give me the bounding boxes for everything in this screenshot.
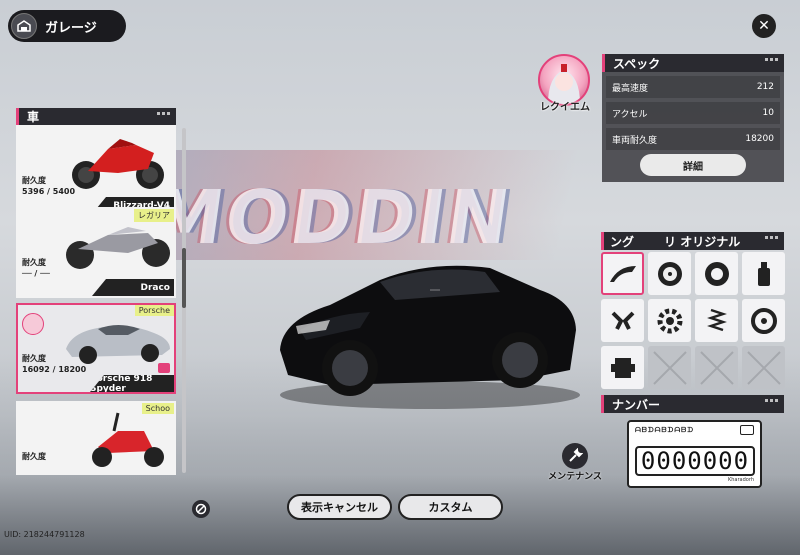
tune-paint[interactable] — [742, 252, 785, 295]
tuning-tab-original[interactable]: リ オリジナル — [664, 233, 740, 250]
plate-number: 0000000 — [635, 446, 755, 476]
hide-ui-icon[interactable] — [192, 500, 210, 518]
close-icon: ✕ — [758, 18, 770, 34]
tune-locked-slot — [695, 346, 738, 389]
tune-aero[interactable] — [601, 252, 644, 295]
durability-label: 耐久度 — [22, 452, 46, 461]
maintenance-button[interactable]: メンテナンス — [545, 443, 605, 482]
tuning-tab-left[interactable]: ング — [610, 233, 634, 250]
spec-value: 18200 — [745, 134, 774, 144]
edit-icon[interactable] — [740, 425, 754, 435]
number-plate[interactable]: ᗩᗷᗪᗩᗷᗪᗩᗷᗪ 0000000 Kharadorh — [627, 420, 762, 488]
red-motorcycle-image — [72, 139, 164, 189]
maintenance-label: メンテナンス — [548, 472, 602, 482]
spec-value: 212 — [756, 82, 774, 92]
plate-header: ナンバー — [601, 395, 784, 413]
car-list-title: 車 — [27, 110, 40, 124]
car-card-blizzard[interactable]: 耐久度 5396 / 5400 Blizzard-V4 — [16, 125, 176, 216]
durability-value: 5396 / 5400 — [22, 187, 76, 196]
car-card-scooter[interactable]: Schoo 耐久度 — [16, 401, 176, 475]
panel-dots-icon — [765, 236, 778, 239]
silver-porsche-image — [66, 325, 170, 364]
spec-label: アクセル — [612, 109, 648, 120]
close-button[interactable]: ✕ — [752, 14, 776, 38]
locked-slot-icon — [746, 350, 781, 385]
panel-dots-icon — [765, 58, 778, 61]
locked-slot-icon — [652, 350, 687, 385]
spec-label: 車両耐久度 — [612, 135, 658, 146]
spec-panel: 最高速度 212 アクセル 10 車両耐久度 18200 詳細 — [602, 72, 784, 182]
plate-region-text: ᗩᗷᗪᗩᗷᗪᗩᗷᗪ — [635, 426, 695, 434]
car-name: Porsche 918 Spyder — [90, 375, 174, 392]
spec-title: スペック — [613, 56, 661, 71]
wheel-icon — [657, 261, 682, 286]
red-scooter-image — [92, 412, 164, 467]
car-list[interactable]: 耐久度 5396 / 5400 Blizzard-V4 レガリア 耐久度 ── … — [16, 125, 178, 475]
background-modding-text: MODDIN — [143, 175, 517, 261]
tuning-header: ング リ オリジナル — [601, 232, 784, 250]
spec-row-accel: アクセル 10 — [606, 102, 780, 124]
panel-dots-icon — [157, 112, 170, 115]
car-list-header: 車 — [16, 108, 176, 125]
user-id: UID: 218244791128 — [4, 530, 85, 539]
tune-engine[interactable] — [601, 299, 644, 342]
plate-footer-text: Kharadorh — [727, 477, 754, 483]
tune-locked-slot — [742, 346, 785, 389]
panel-dots-icon — [765, 399, 778, 402]
brake-disc-icon — [750, 307, 777, 334]
wrench-icon — [562, 443, 588, 469]
character-name: レクイエム — [540, 102, 590, 113]
suspension-icon — [706, 308, 727, 331]
spec-row-top-speed: 最高速度 212 — [606, 76, 780, 98]
spec-row-durability: 車両耐久度 18200 — [606, 128, 780, 150]
durability-label: 耐久度 — [22, 354, 46, 363]
transmission-icon — [610, 357, 635, 378]
tune-wheel[interactable] — [648, 252, 691, 295]
custom-button[interactable]: カスタム — [398, 494, 503, 520]
eye-icon — [158, 363, 170, 373]
hide-cancel-button[interactable]: 表示キャンセル — [287, 494, 392, 520]
tune-transmission[interactable] — [601, 346, 644, 389]
futuristic-motorcycle-image — [66, 227, 170, 269]
avatar-small-icon — [22, 313, 44, 335]
durability-label: 耐久度 — [22, 258, 46, 267]
aero-icon — [609, 265, 636, 282]
spray-paint-icon — [757, 261, 770, 286]
durability-label: 耐久度 — [22, 176, 46, 185]
spec-header: スペック — [602, 54, 784, 72]
car-name: Draco — [92, 279, 174, 296]
car-card-draco[interactable]: レガリア 耐久度 ── / ── Draco — [16, 207, 176, 298]
main-car-image — [280, 265, 580, 409]
piston-icon — [611, 311, 634, 330]
plate-title: ナンバー — [612, 397, 661, 412]
tune-tire[interactable] — [695, 252, 738, 295]
spec-label: 最高速度 — [612, 83, 649, 94]
scrollbar-thumb[interactable] — [182, 248, 186, 308]
car-card-porsche[interactable]: Porsche 耐久度 16092 / 18200 Porsche 918 Sp… — [16, 303, 176, 394]
durability-value: 16092 / 18200 — [22, 365, 87, 374]
garage-header: ガレージ — [8, 10, 126, 42]
gear-icon — [657, 308, 682, 333]
spec-value: 10 — [762, 108, 774, 118]
detail-button[interactable]: 詳細 — [640, 154, 746, 176]
garage-icon — [11, 13, 37, 39]
tune-suspension[interactable] — [695, 299, 738, 342]
tire-icon — [704, 261, 729, 286]
tune-locked-slot — [648, 346, 691, 389]
durability-value: ── / ── — [22, 269, 50, 278]
locked-slot-icon — [699, 350, 734, 385]
page-title: ガレージ — [45, 20, 97, 36]
car-list-scrollbar[interactable] — [182, 128, 186, 473]
tune-brake[interactable] — [742, 299, 785, 342]
tune-gear[interactable] — [648, 299, 691, 342]
